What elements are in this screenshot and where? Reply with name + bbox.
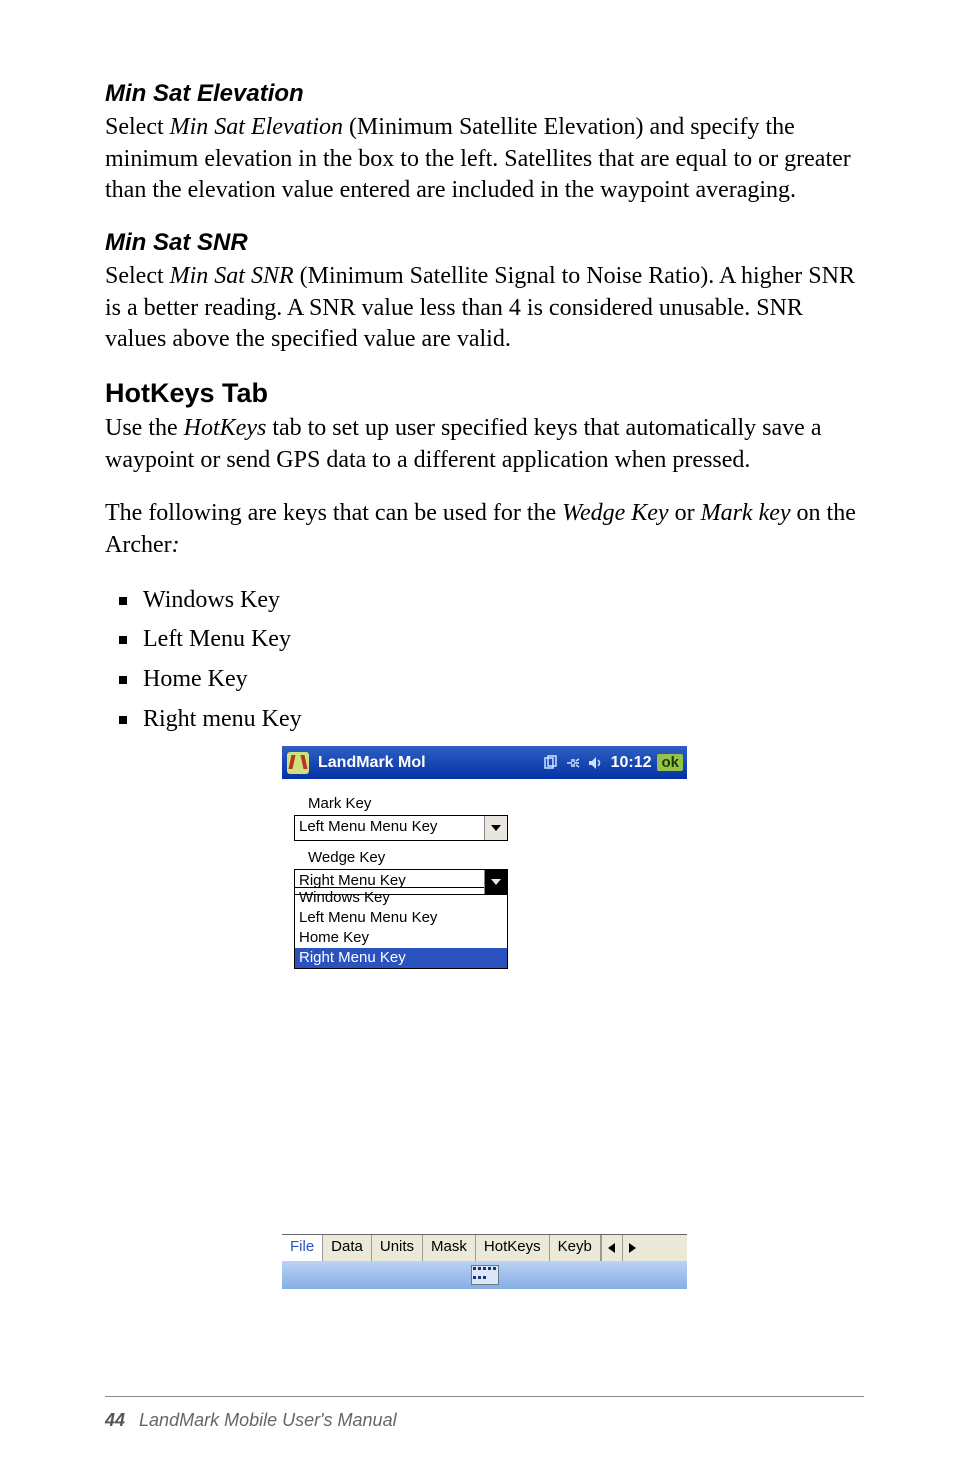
- tab-data[interactable]: Data: [323, 1235, 372, 1261]
- heading-hotkeys-tab: HotKeys Tab: [105, 378, 864, 409]
- keyboard-icon[interactable]: [471, 1265, 499, 1285]
- page-number: 44: [105, 1410, 125, 1430]
- tab-scroll-right[interactable]: [622, 1235, 643, 1261]
- list-item: Home Key: [115, 663, 864, 697]
- copy-icon: [543, 755, 559, 771]
- dropdown-option[interactable]: Home Key: [295, 928, 507, 948]
- client-area: Mark Key Left Menu Menu Key Wedge Key Ri…: [282, 779, 687, 1114]
- tab-scroll-left[interactable]: [601, 1235, 622, 1261]
- chevron-down-icon[interactable]: [484, 816, 507, 840]
- speaker-icon: [587, 755, 605, 771]
- page-footer: 44 LandMark Mobile User's Manual: [105, 1410, 397, 1431]
- text-em: Min Sat SNR: [170, 263, 294, 289]
- tab-bar: File Data Units Mask HotKeys Keyb: [282, 1234, 687, 1261]
- tab-hotkeys[interactable]: HotKeys: [476, 1235, 550, 1261]
- connection-icon: [565, 755, 581, 771]
- embedded-screenshot: LandMark Mol 10:12 ok Mark Key Left Menu…: [282, 746, 687, 1289]
- text-em: Min Sat Elevation: [170, 114, 343, 140]
- dropdown-option[interactable]: Left Menu Menu Key: [295, 908, 507, 928]
- paragraph-keys-intro: The following are keys that can be used …: [105, 498, 864, 561]
- list-item: Right menu Key: [115, 703, 864, 737]
- mark-key-label: Mark Key: [308, 795, 679, 812]
- paragraph-hotkeys-intro: Use the HotKeys tab to set up user speci…: [105, 413, 864, 476]
- text-em: Mark key: [701, 500, 791, 526]
- app-icon: [282, 746, 314, 779]
- text: Use the: [105, 415, 184, 441]
- tab-mask[interactable]: Mask: [423, 1235, 476, 1261]
- mark-key-select[interactable]: Left Menu Menu Key: [294, 815, 508, 841]
- footer-rule: [105, 1396, 864, 1397]
- heading-min-sat-elevation: Min Sat Elevation: [105, 80, 864, 108]
- key-list: Windows Key Left Menu Key Home Key Right…: [105, 584, 864, 736]
- dropdown-option-selected[interactable]: Right Menu Key: [295, 948, 507, 968]
- window-titlebar: LandMark Mol 10:12 ok: [282, 746, 687, 779]
- tab-keyb[interactable]: Keyb: [550, 1235, 601, 1261]
- sip-bar: [282, 1261, 687, 1289]
- text: or: [669, 500, 701, 526]
- wedge-key-label: Wedge Key: [308, 849, 679, 866]
- tab-file[interactable]: File: [282, 1235, 323, 1261]
- system-tray: 10:12: [543, 754, 652, 772]
- clock: 10:12: [611, 754, 652, 772]
- colon: :: [172, 532, 180, 558]
- paragraph-elevation: Select Min Sat Elevation (Minimum Satell…: [105, 112, 864, 207]
- text-em: Wedge Key: [562, 500, 668, 526]
- window-title: LandMark Mol: [318, 754, 426, 772]
- heading-min-sat-snr: Min Sat SNR: [105, 229, 864, 257]
- tab-units[interactable]: Units: [372, 1235, 423, 1261]
- list-item: Left Menu Key: [115, 623, 864, 657]
- ok-button[interactable]: ok: [657, 754, 683, 771]
- footer-title: LandMark Mobile User's Manual: [139, 1410, 397, 1430]
- chevron-down-icon[interactable]: [484, 870, 507, 894]
- paragraph-snr: Select Min Sat SNR (Minimum Satellite Si…: [105, 261, 864, 356]
- text: The following are keys that can be used …: [105, 500, 562, 526]
- text: Select: [105, 263, 170, 289]
- wedge-key-dropdown-list[interactable]: Windows Key Left Menu Menu Key Home Key …: [294, 887, 508, 969]
- list-item: Windows Key: [115, 584, 864, 618]
- text: Select: [105, 114, 170, 140]
- text-em: HotKeys: [184, 415, 267, 441]
- select-value: Left Menu Menu Key: [295, 816, 484, 840]
